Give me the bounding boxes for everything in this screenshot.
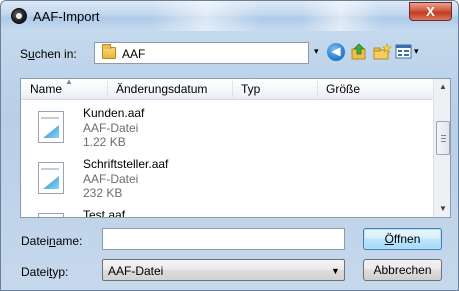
file-type: AAF-Datei — [83, 121, 139, 135]
file-icon — [38, 213, 64, 217]
file-icon — [38, 111, 64, 143]
file-list[interactable]: Name ▲ Änderungsdatum Typ Größe Kunden.a… — [20, 78, 451, 218]
column-header-size[interactable]: Größe — [326, 82, 360, 96]
file-name: Kunden.aaf — [83, 106, 145, 120]
view-grid-icon — [395, 44, 412, 59]
open-mnemonic: Ö — [384, 232, 394, 246]
scroll-down-icon[interactable]: ▼ — [439, 204, 447, 213]
file-type: AAF-Datei — [83, 172, 139, 186]
scrollbar-thumb[interactable] — [436, 121, 450, 155]
column-header-name[interactable]: Name — [30, 82, 62, 96]
up-folder-button[interactable] — [350, 43, 368, 61]
up-folder-icon — [351, 43, 366, 60]
file-type-value: AAF-Datei — [108, 264, 164, 278]
folder-icon — [102, 44, 116, 59]
file-name-label: Dateiname: — [21, 234, 83, 248]
file-type-dropdown[interactable]: AAF-Datei ▼ — [102, 259, 345, 281]
new-folder-button[interactable] — [372, 43, 392, 61]
app-icon — [11, 8, 27, 24]
close-icon: X — [426, 4, 435, 19]
open-button[interactable]: Öffnen — [363, 228, 442, 250]
grip-line — [441, 141, 446, 142]
grip-line — [441, 138, 446, 139]
file-type-label: Dateityp: — [21, 265, 69, 279]
window-title: AAF-Import — [33, 9, 100, 24]
look-in-label: Suchen in: — [20, 47, 77, 61]
file-name: Schriftsteller.aaf — [83, 157, 169, 171]
title-bar-glow — [301, 1, 381, 31]
column-header-type[interactable]: Typ — [241, 82, 260, 96]
chevron-down-icon: ▼ — [331, 266, 340, 276]
grip-line — [441, 135, 446, 136]
sort-ascending-icon: ▲ — [65, 78, 73, 86]
view-chevron-down-icon: ▾ — [414, 46, 419, 56]
column-header-modified[interactable]: Änderungsdatum — [116, 82, 207, 96]
file-size: 1.22 KB — [83, 135, 126, 149]
vertical-scrollbar[interactable]: ▲ ▼ — [433, 79, 450, 217]
title-bar[interactable]: AAF-Import X — [1, 1, 458, 31]
file-row[interactable]: Schriftsteller.aaf AAF-Datei 232 KB — [21, 154, 433, 202]
chevron-down-icon[interactable]: ▾ — [314, 46, 319, 57]
back-button[interactable]: ◀ — [327, 43, 345, 61]
file-name-input[interactable] — [102, 228, 345, 250]
file-row[interactable]: Test.aaf — [21, 205, 433, 218]
new-folder-icon — [373, 43, 392, 60]
column-divider[interactable] — [232, 81, 233, 98]
cancel-button[interactable]: Abbrechen — [363, 259, 442, 281]
back-arrow-icon: ◀ — [331, 44, 341, 58]
look-in-dropdown[interactable]: AAF — [94, 42, 309, 64]
file-name: Test.aaf — [83, 208, 126, 218]
file-icon — [38, 162, 64, 194]
look-in-value: AAF — [122, 47, 146, 61]
file-size: 232 KB — [83, 186, 123, 200]
column-header-row: Name ▲ Änderungsdatum Typ Größe — [21, 79, 433, 100]
scroll-up-icon[interactable]: ▲ — [439, 82, 447, 91]
open-label: ffnen — [393, 232, 421, 246]
view-menu-button[interactable]: ▾ — [395, 43, 423, 61]
column-divider[interactable] — [107, 81, 108, 98]
file-row[interactable]: Kunden.aaf AAF-Datei 1.22 KB — [21, 103, 433, 151]
close-button[interactable]: X — [409, 2, 452, 21]
file-open-dialog: AAF-Import X Suchen in: AAF ▾ ◀ ▾ Name ▲… — [0, 0, 459, 291]
title-bar-glow — [151, 1, 261, 31]
column-divider[interactable] — [317, 81, 318, 98]
